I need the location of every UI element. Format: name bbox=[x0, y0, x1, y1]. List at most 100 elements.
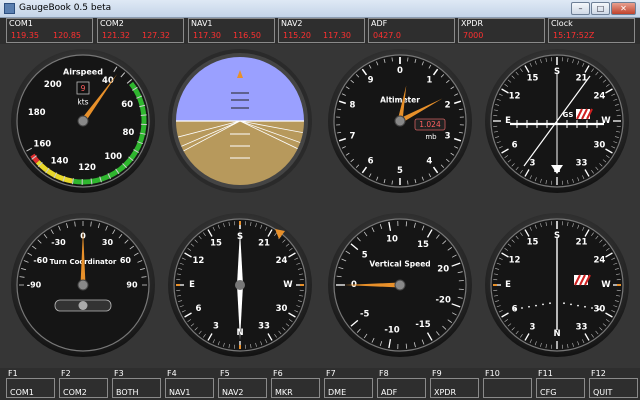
function-key-f3[interactable]: F3 BOTH bbox=[112, 369, 161, 399]
function-key-f7[interactable]: F7 DME bbox=[324, 369, 373, 399]
function-key-f4[interactable]: F4 NAV1 bbox=[165, 369, 214, 399]
vsi-scale-label: -15 bbox=[415, 320, 430, 330]
turn-scale-label: 90 bbox=[126, 281, 138, 290]
minimize-button[interactable]: – bbox=[571, 2, 590, 15]
deviation-dot bbox=[549, 302, 551, 305]
adf-scale-label: E bbox=[505, 280, 511, 290]
maximize-button[interactable]: □ bbox=[591, 2, 610, 15]
deviation-dot bbox=[598, 308, 600, 311]
deviation-dot bbox=[591, 307, 593, 309]
close-button[interactable]: ✕ bbox=[611, 2, 636, 15]
radio-adf[interactable]: ADF 0427.0 bbox=[368, 18, 455, 43]
deviation-dot bbox=[563, 302, 565, 305]
altimeter-scale-label: 9 bbox=[368, 76, 374, 86]
needle-hub bbox=[235, 280, 245, 290]
altimeter-title: Altimeter bbox=[380, 96, 420, 105]
attitude-indicator bbox=[168, 49, 312, 193]
heading-scale-label: 3 bbox=[213, 322, 219, 332]
function-key-number: F12 bbox=[591, 369, 606, 378]
function-key-f5[interactable]: F5 NAV2 bbox=[218, 369, 267, 399]
deviation-dot bbox=[542, 303, 544, 306]
heading-scale-label: W bbox=[283, 280, 293, 290]
function-key-number: F10 bbox=[485, 369, 500, 378]
turn-scale-label: -60 bbox=[33, 256, 48, 265]
heading-scale-label: 15 bbox=[210, 238, 222, 248]
radio-clock[interactable]: Clock 15:17:52Z bbox=[548, 18, 635, 43]
airspeed-scale-label: 80 bbox=[122, 128, 134, 138]
function-key-number: F2 bbox=[61, 369, 71, 378]
function-key-button[interactable]: COM2 bbox=[59, 378, 108, 398]
altimeter-scale-label: 3 bbox=[445, 131, 451, 141]
standby-frequency: 120.85 bbox=[53, 31, 81, 40]
function-key-number: F3 bbox=[114, 369, 124, 378]
function-key-button[interactable]: NAV2 bbox=[218, 378, 267, 398]
function-key-f11[interactable]: F11 CFG bbox=[536, 369, 585, 399]
function-key-button[interactable]: BOTH bbox=[112, 378, 161, 398]
nav-scale-label: 12 bbox=[509, 92, 521, 102]
function-key-button[interactable]: DME bbox=[324, 378, 373, 398]
active-frequency: 121.32 bbox=[102, 31, 130, 40]
vsi-scale-label: -5 bbox=[360, 310, 370, 320]
radio-com2[interactable]: COM2 121.32 127.32 bbox=[97, 18, 184, 43]
deviation-dot bbox=[535, 304, 537, 307]
radio-xpdr[interactable]: XPDR 7000 bbox=[458, 18, 545, 43]
heading-scale-label: E bbox=[189, 280, 195, 290]
function-key-f1[interactable]: F1 COM1 bbox=[6, 369, 55, 399]
heading-scale-label: 24 bbox=[276, 256, 288, 266]
airspeed-scale-label: 120 bbox=[78, 163, 96, 173]
function-key-number: F8 bbox=[379, 369, 389, 378]
airspeed-title: Airspeed bbox=[63, 68, 103, 77]
radio-nav1[interactable]: NAV1 117.30 116.50 bbox=[188, 18, 275, 43]
deviation-dot bbox=[521, 307, 523, 309]
vsi-scale-label: 5 bbox=[362, 250, 368, 260]
nav-scale-label: 30 bbox=[594, 141, 606, 151]
nav-scale-label: 3 bbox=[530, 158, 536, 168]
radio-com1[interactable]: COM1 119.35 120.85 bbox=[6, 18, 93, 43]
altimeter-scale-label: 7 bbox=[349, 131, 355, 141]
sky bbox=[175, 56, 305, 121]
airspeed-scale-label: 200 bbox=[44, 80, 62, 90]
active-frequency: 117.30 bbox=[193, 31, 221, 40]
turn-coordinator: -90-60-300306090Turn Coordinator bbox=[11, 213, 155, 357]
function-key-button[interactable]: CFG bbox=[536, 378, 585, 398]
function-key-f6[interactable]: F6 MKR bbox=[271, 369, 320, 399]
airspeed-units: kts bbox=[77, 98, 88, 107]
function-key-button[interactable]: ADF bbox=[377, 378, 426, 398]
function-key-f8[interactable]: F8 ADF bbox=[377, 369, 426, 399]
altimeter-pressure-units: mb bbox=[425, 133, 437, 141]
nav-scale-label: 33 bbox=[576, 158, 588, 168]
deviation-dot bbox=[584, 305, 586, 308]
function-key-button[interactable]: COM1 bbox=[6, 378, 55, 398]
radio-label: COM2 bbox=[100, 19, 124, 28]
nav-scale-label: 15 bbox=[527, 74, 539, 84]
vsi-scale-label: -20 bbox=[436, 296, 451, 306]
radio-label: Clock bbox=[551, 19, 573, 28]
deviation-dot bbox=[528, 305, 530, 308]
function-key-f9[interactable]: F9 XPDR bbox=[430, 369, 479, 399]
heading-scale-label: 6 bbox=[195, 304, 201, 314]
turn-scale-label: -30 bbox=[51, 238, 66, 247]
scale-tick bbox=[407, 57, 409, 62]
airspeed-scale-label: 180 bbox=[28, 108, 46, 118]
airspeed-readout: 9 bbox=[81, 84, 86, 93]
function-key-button[interactable]: XPDR bbox=[430, 378, 479, 398]
function-key-button[interactable]: NAV1 bbox=[165, 378, 214, 398]
adf-scale-label: 33 bbox=[576, 322, 588, 332]
function-key-number: F9 bbox=[432, 369, 442, 378]
function-key-button[interactable] bbox=[483, 378, 532, 398]
adf-scale-label: W bbox=[601, 280, 611, 290]
function-key-f10[interactable]: F10 bbox=[483, 369, 532, 399]
radio-nav2[interactable]: NAV2 115.20 117.30 bbox=[278, 18, 365, 43]
function-key-button[interactable]: QUIT bbox=[589, 378, 638, 398]
airspeed-indicator: 406080100120140160180200Airspeed9kts bbox=[11, 49, 155, 193]
function-key-number: F1 bbox=[8, 369, 18, 378]
adf-indicator: N36E1215S2124W3033 bbox=[485, 213, 629, 357]
function-key-button[interactable]: MKR bbox=[271, 378, 320, 398]
glideslope-label: GS bbox=[563, 111, 574, 119]
function-key-f2[interactable]: F2 COM2 bbox=[59, 369, 108, 399]
radio-label: NAV2 bbox=[281, 19, 303, 28]
function-key-f12[interactable]: F12 QUIT bbox=[589, 369, 638, 399]
turn-scale-label: 60 bbox=[120, 256, 132, 265]
scale-tick bbox=[140, 114, 147, 116]
vsi-scale-label: 10 bbox=[386, 235, 398, 245]
